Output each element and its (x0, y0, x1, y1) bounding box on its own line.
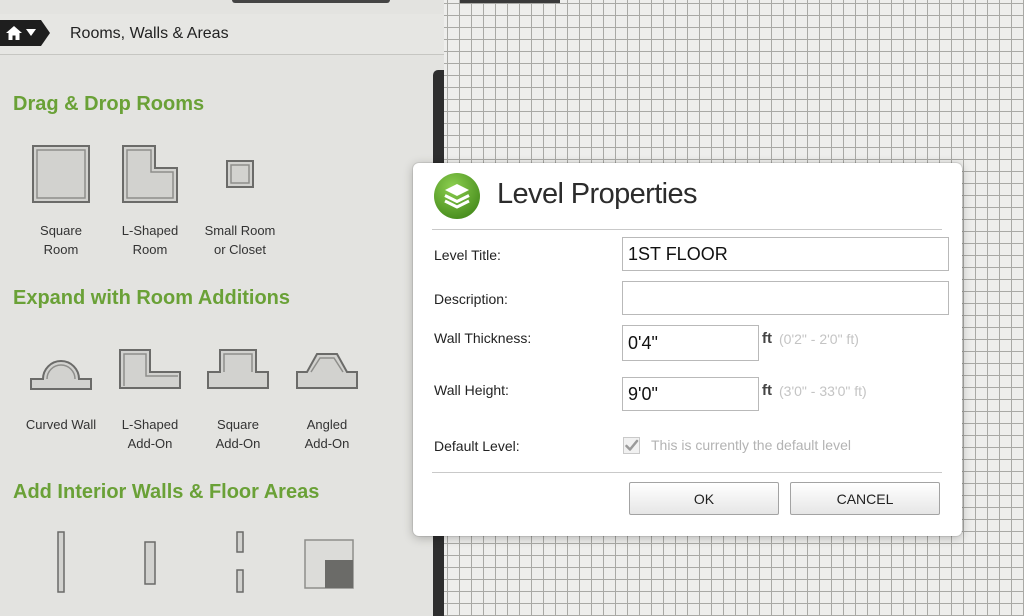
palette-label: Room (43, 242, 79, 257)
default-level-label: Default Level: (434, 438, 520, 454)
wall-thickness-range: (0'2" - 2'0" ft) (779, 331, 859, 347)
palette-item-interior-wall[interactable] (16, 530, 106, 616)
interior-wall-icon (16, 530, 106, 594)
level-title-label: Level Title: (434, 247, 501, 263)
description-label: Description: (434, 291, 508, 307)
palette-label: Small Room (204, 223, 276, 238)
home-menu-button[interactable] (0, 20, 50, 46)
floor-area-icon (284, 538, 374, 590)
default-level-note: This is currently the default level (651, 437, 851, 453)
palette-label: Curved Wall (25, 417, 97, 432)
description-input[interactable] (622, 281, 949, 315)
palette-item-wall-opening[interactable] (195, 530, 285, 616)
wall-height-input[interactable] (622, 377, 759, 411)
palette-item-square-add-on[interactable]: Square Add-On (193, 340, 283, 455)
breadcrumb-title: Rooms, Walls & Areas (70, 25, 229, 42)
dialog-divider-bottom (432, 472, 942, 473)
home-icon (5, 25, 23, 41)
square-room-icon (16, 144, 106, 204)
canvas-top-bar (460, 0, 560, 3)
palette-item-small-room[interactable]: Small Room or Closet (195, 140, 285, 260)
l-shaped-room-icon (105, 144, 195, 204)
palette-label: Add-On (127, 436, 173, 451)
palette-item-l-shaped-add-on[interactable]: L-Shaped Add-On (105, 340, 195, 455)
panel-top-strip (232, 0, 390, 3)
level-title-input[interactable] (622, 237, 949, 271)
palette-item-curved-wall[interactable]: Curved Wall (16, 340, 106, 455)
wall-height-range: (3'0" - 33'0" ft) (779, 383, 867, 399)
breadcrumb: Rooms, Walls & Areas (0, 14, 444, 55)
palette-label: Add-On (304, 436, 350, 451)
l-shaped-add-on-icon (105, 348, 195, 390)
angled-add-on-icon (282, 350, 372, 390)
wall-thickness-label: Wall Thickness: (434, 330, 532, 346)
palette-label: or Closet (213, 242, 267, 257)
small-room-icon (195, 159, 285, 189)
layers-icon (433, 172, 481, 220)
wall-opening-icon (195, 530, 285, 594)
palette-label: L-Shaped (121, 417, 179, 432)
palette-item-floor-area[interactable] (284, 538, 374, 616)
level-properties-dialog: Level Properties Level Title: Descriptio… (413, 163, 962, 536)
palette-label: Square (40, 223, 82, 238)
palette-label: Square (217, 417, 259, 432)
section-title-interior: Add Interior Walls & Floor Areas (13, 481, 320, 503)
checkmark-icon (624, 438, 639, 453)
wall-thickness-input[interactable] (622, 325, 759, 361)
cancel-button[interactable]: CANCEL (790, 482, 940, 515)
wall-height-label: Wall Height: (434, 382, 509, 398)
curved-wall-icon (16, 345, 106, 391)
wall-height-unit: ft (762, 382, 772, 399)
palette-item-l-shaped-room[interactable]: L-Shaped Room (105, 140, 195, 260)
palette-label: L-Shaped (121, 223, 179, 238)
palette-item-square-room[interactable]: Square Room (16, 140, 106, 260)
dialog-divider-top (432, 229, 942, 230)
palette-item-angled-add-on[interactable]: Angled Add-On (282, 340, 372, 455)
square-add-on-icon (193, 348, 283, 390)
ok-button[interactable]: OK (629, 482, 779, 515)
section-title-additions: Expand with Room Additions (13, 287, 291, 309)
dialog-title: Level Properties (497, 178, 698, 210)
palette-label: Add-On (215, 436, 261, 451)
palette-item-half-wall[interactable] (105, 540, 195, 616)
default-level-checkbox[interactable] (623, 437, 640, 454)
palette-label: Room (132, 242, 168, 257)
left-panel: Rooms, Walls & Areas Drag & Drop Rooms S… (0, 0, 444, 616)
chevron-down-icon (26, 29, 36, 37)
section-title-rooms: Drag & Drop Rooms (13, 93, 205, 115)
wall-thickness-unit: ft (762, 330, 772, 347)
half-wall-icon (105, 540, 195, 586)
palette-label: Angled (306, 417, 348, 432)
